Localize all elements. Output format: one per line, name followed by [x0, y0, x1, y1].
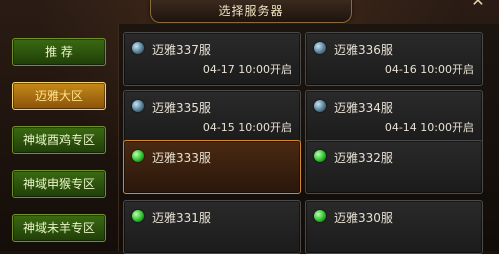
close-button[interactable]: ✕: [463, 0, 493, 12]
server-open-time: 04-15 10:00开启: [202, 121, 292, 134]
server-card-332[interactable]: 迈雅332服: [305, 140, 483, 194]
server-status-icon: [314, 42, 326, 54]
server-name: 迈雅337服: [152, 43, 211, 57]
server-name: 迈雅332服: [334, 151, 393, 165]
tab-shenyu-youji[interactable]: 神域酉鸡专区: [12, 126, 106, 154]
server-name: 迈雅336服: [334, 43, 393, 57]
server-status-icon: [132, 210, 144, 222]
server-name: 迈雅333服: [152, 151, 211, 165]
server-card-331[interactable]: 迈雅331服: [123, 200, 301, 254]
title-bar: 选择服务器: [150, 0, 352, 23]
tab-maiya-region[interactable]: 迈雅大区: [12, 82, 106, 110]
server-name: 迈雅335服: [152, 101, 211, 115]
server-open-time: 04-17 10:00开启: [202, 63, 292, 76]
server-status-icon: [314, 210, 326, 222]
server-card-336[interactable]: 迈雅336服 04-16 10:00开启: [305, 32, 483, 86]
server-name: 迈雅330服: [334, 211, 393, 225]
tab-shenyu-shenhou[interactable]: 神域申猴专区: [12, 170, 106, 198]
server-card-335[interactable]: 迈雅335服 04-15 10:00开启: [123, 90, 301, 144]
server-name: 迈雅334服: [334, 101, 393, 115]
server-card-333[interactable]: 迈雅333服: [123, 140, 301, 194]
server-status-icon: [314, 150, 326, 162]
server-open-time: 04-14 10:00开启: [384, 121, 474, 134]
server-status-icon: [132, 150, 144, 162]
close-icon: ✕: [471, 0, 485, 10]
server-status-icon: [132, 42, 144, 54]
server-card-337[interactable]: 迈雅337服 04-17 10:00开启: [123, 32, 301, 86]
server-open-time: 04-16 10:00开启: [384, 63, 474, 76]
sidebar: 推 荐 迈雅大区 神域酉鸡专区 神域申猴专区 神域未羊专区: [10, 34, 110, 251]
tab-recommended[interactable]: 推 荐: [12, 38, 106, 66]
server-list-panel: 迈雅337服 04-17 10:00开启 迈雅336服 04-16 10:00开…: [118, 24, 499, 254]
server-card-334[interactable]: 迈雅334服 04-14 10:00开启: [305, 90, 483, 144]
server-status-icon: [132, 100, 144, 112]
tab-shenyu-weiyang[interactable]: 神域未羊专区: [12, 214, 106, 242]
server-name: 迈雅331服: [152, 211, 211, 225]
server-card-330[interactable]: 迈雅330服: [305, 200, 483, 254]
server-status-icon: [314, 100, 326, 112]
page-title: 选择服务器: [218, 4, 284, 18]
